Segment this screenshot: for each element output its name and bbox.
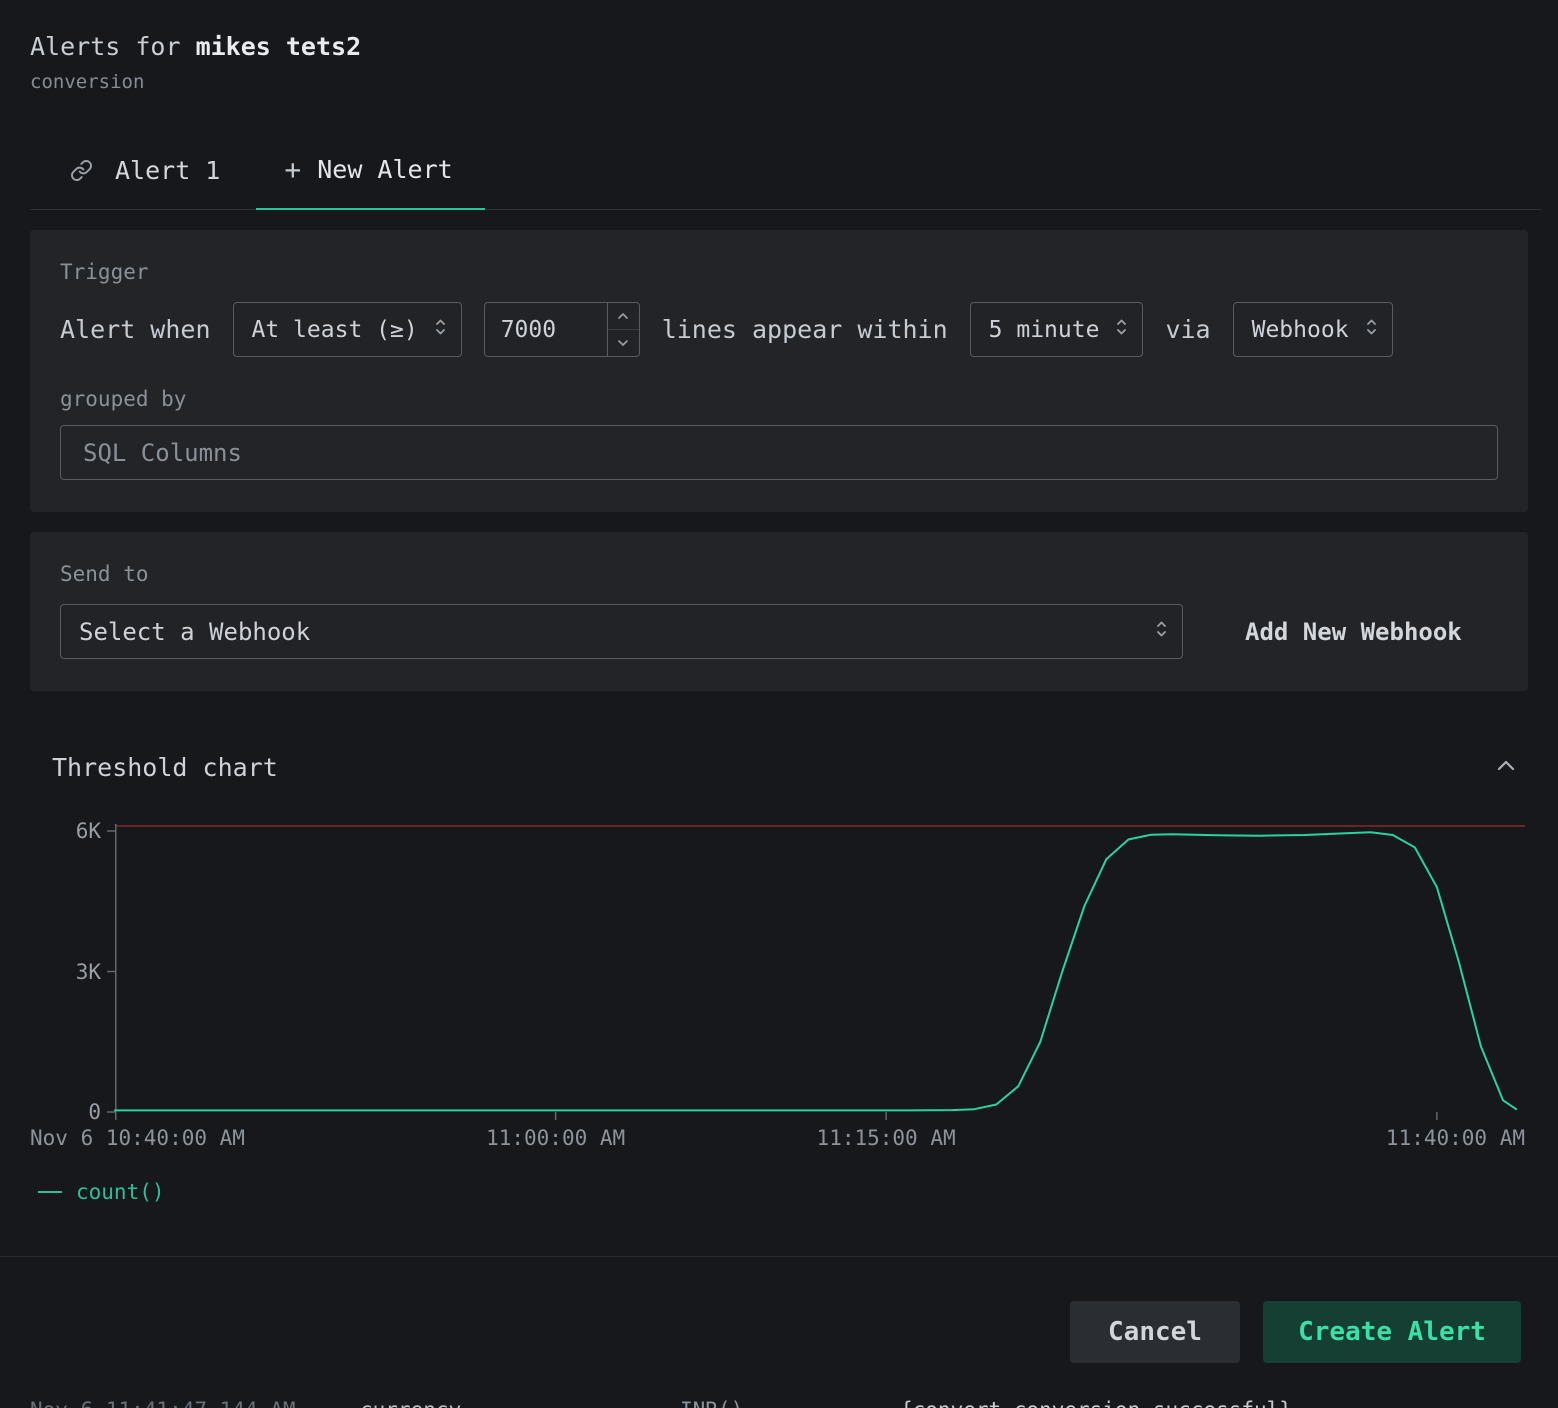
add-new-webhook-button[interactable]: Add New Webhook bbox=[1245, 618, 1462, 646]
cancel-button[interactable]: Cancel bbox=[1070, 1301, 1240, 1363]
chevron-up-icon bbox=[1494, 754, 1518, 782]
grouped-by-label: grouped by bbox=[60, 387, 1498, 411]
spinner-down-button[interactable] bbox=[608, 329, 639, 356]
page-title: Alerts for mikes tets2 bbox=[30, 32, 1528, 61]
page-subtitle: conversion bbox=[30, 71, 1528, 93]
log-message: {convert conversion successful} bbox=[900, 1395, 1292, 1408]
collapse-chart-button[interactable] bbox=[1494, 754, 1518, 782]
threshold-spinners bbox=[607, 303, 639, 356]
legend-label: count() bbox=[76, 1180, 165, 1204]
threshold-chart-svg bbox=[115, 824, 1525, 1120]
threshold-input[interactable] bbox=[485, 303, 607, 356]
threshold-chart-section: Threshold chart 6K 3K 0 Nov 6 10:40:00 A… bbox=[0, 753, 1558, 1204]
create-alert-button[interactable]: Create Alert bbox=[1263, 1301, 1521, 1363]
lines-appear-label: lines appear within bbox=[662, 315, 948, 344]
link-icon bbox=[70, 159, 93, 182]
trigger-controls-row: Alert when At least (≥) lines appear wit… bbox=[60, 302, 1498, 357]
log-timestamp: Nov 6 11:41:47.144 AM bbox=[30, 1395, 296, 1408]
threshold-chart: 6K 3K 0 bbox=[115, 824, 1525, 1120]
trigger-panel: Trigger Alert when At least (≥) lines ap… bbox=[30, 230, 1528, 512]
log-value: INR() bbox=[680, 1395, 743, 1408]
tab-new-alert[interactable]: + New Alert bbox=[256, 143, 484, 210]
channel-select[interactable]: Webhook bbox=[1233, 302, 1393, 357]
background-log-row: Nov 6 11:41:47.144 AM currency INR() {co… bbox=[0, 1395, 1558, 1408]
legend-line-swatch bbox=[38, 1191, 62, 1193]
page-title-prefix: Alerts for bbox=[30, 32, 181, 61]
caret-updown-icon bbox=[1365, 316, 1378, 344]
dialog-footer: Cancel Create Alert bbox=[0, 1257, 1558, 1363]
caret-updown-icon bbox=[1155, 618, 1168, 646]
channel-value: Webhook bbox=[1252, 317, 1349, 343]
tab-label: New Alert bbox=[317, 155, 452, 184]
x-axis-label: 11:00:00 AM bbox=[486, 1126, 625, 1150]
trigger-label: Trigger bbox=[60, 260, 1498, 284]
caret-updown-icon bbox=[434, 316, 447, 344]
grouped-by-input[interactable] bbox=[60, 425, 1498, 480]
tab-label: Alert 1 bbox=[115, 156, 220, 185]
threshold-chart-header: Threshold chart bbox=[0, 753, 1558, 782]
send-to-panel: Send to Select a Webhook Add New Webhook bbox=[30, 532, 1528, 691]
y-axis-label: 0 bbox=[88, 1100, 101, 1124]
log-column: currency bbox=[360, 1395, 461, 1408]
send-to-row: Select a Webhook Add New Webhook bbox=[60, 604, 1498, 659]
caret-updown-icon bbox=[1115, 316, 1128, 344]
y-axis-label: 6K bbox=[76, 819, 101, 843]
legend-item-count[interactable]: count() bbox=[38, 1180, 1558, 1204]
x-axis-label: 11:40:00 AM bbox=[1386, 1126, 1525, 1150]
plus-icon: + bbox=[284, 156, 301, 184]
dialog-header: Alerts for mikes tets2 conversion bbox=[0, 0, 1558, 93]
threshold-number-input bbox=[484, 302, 640, 357]
window-value: 5 minute bbox=[989, 317, 1100, 343]
send-to-label: Send to bbox=[60, 562, 1498, 586]
x-axis-label: Nov 6 10:40:00 AM bbox=[30, 1126, 245, 1150]
window-select[interactable]: 5 minute bbox=[970, 302, 1144, 357]
webhook-select[interactable]: Select a Webhook bbox=[60, 604, 1183, 659]
condition-select[interactable]: At least (≥) bbox=[233, 302, 462, 357]
alert-tabs: Alert 1 + New Alert bbox=[30, 143, 1542, 210]
threshold-chart-title: Threshold chart bbox=[52, 753, 278, 782]
spinner-up-button[interactable] bbox=[608, 303, 639, 329]
tab-alert-1[interactable]: Alert 1 bbox=[64, 144, 226, 209]
y-axis-label: 3K bbox=[76, 960, 101, 984]
alert-when-label: Alert when bbox=[60, 315, 211, 344]
x-axis-label: 11:15:00 AM bbox=[817, 1126, 956, 1150]
condition-value: At least (≥) bbox=[252, 317, 418, 343]
via-label: via bbox=[1165, 315, 1210, 344]
x-axis-labels: Nov 6 10:40:00 AM 11:00:00 AM 11:15:00 A… bbox=[115, 1126, 1525, 1154]
page-title-name: mikes tets2 bbox=[196, 32, 362, 61]
webhook-select-value: Select a Webhook bbox=[79, 618, 310, 646]
